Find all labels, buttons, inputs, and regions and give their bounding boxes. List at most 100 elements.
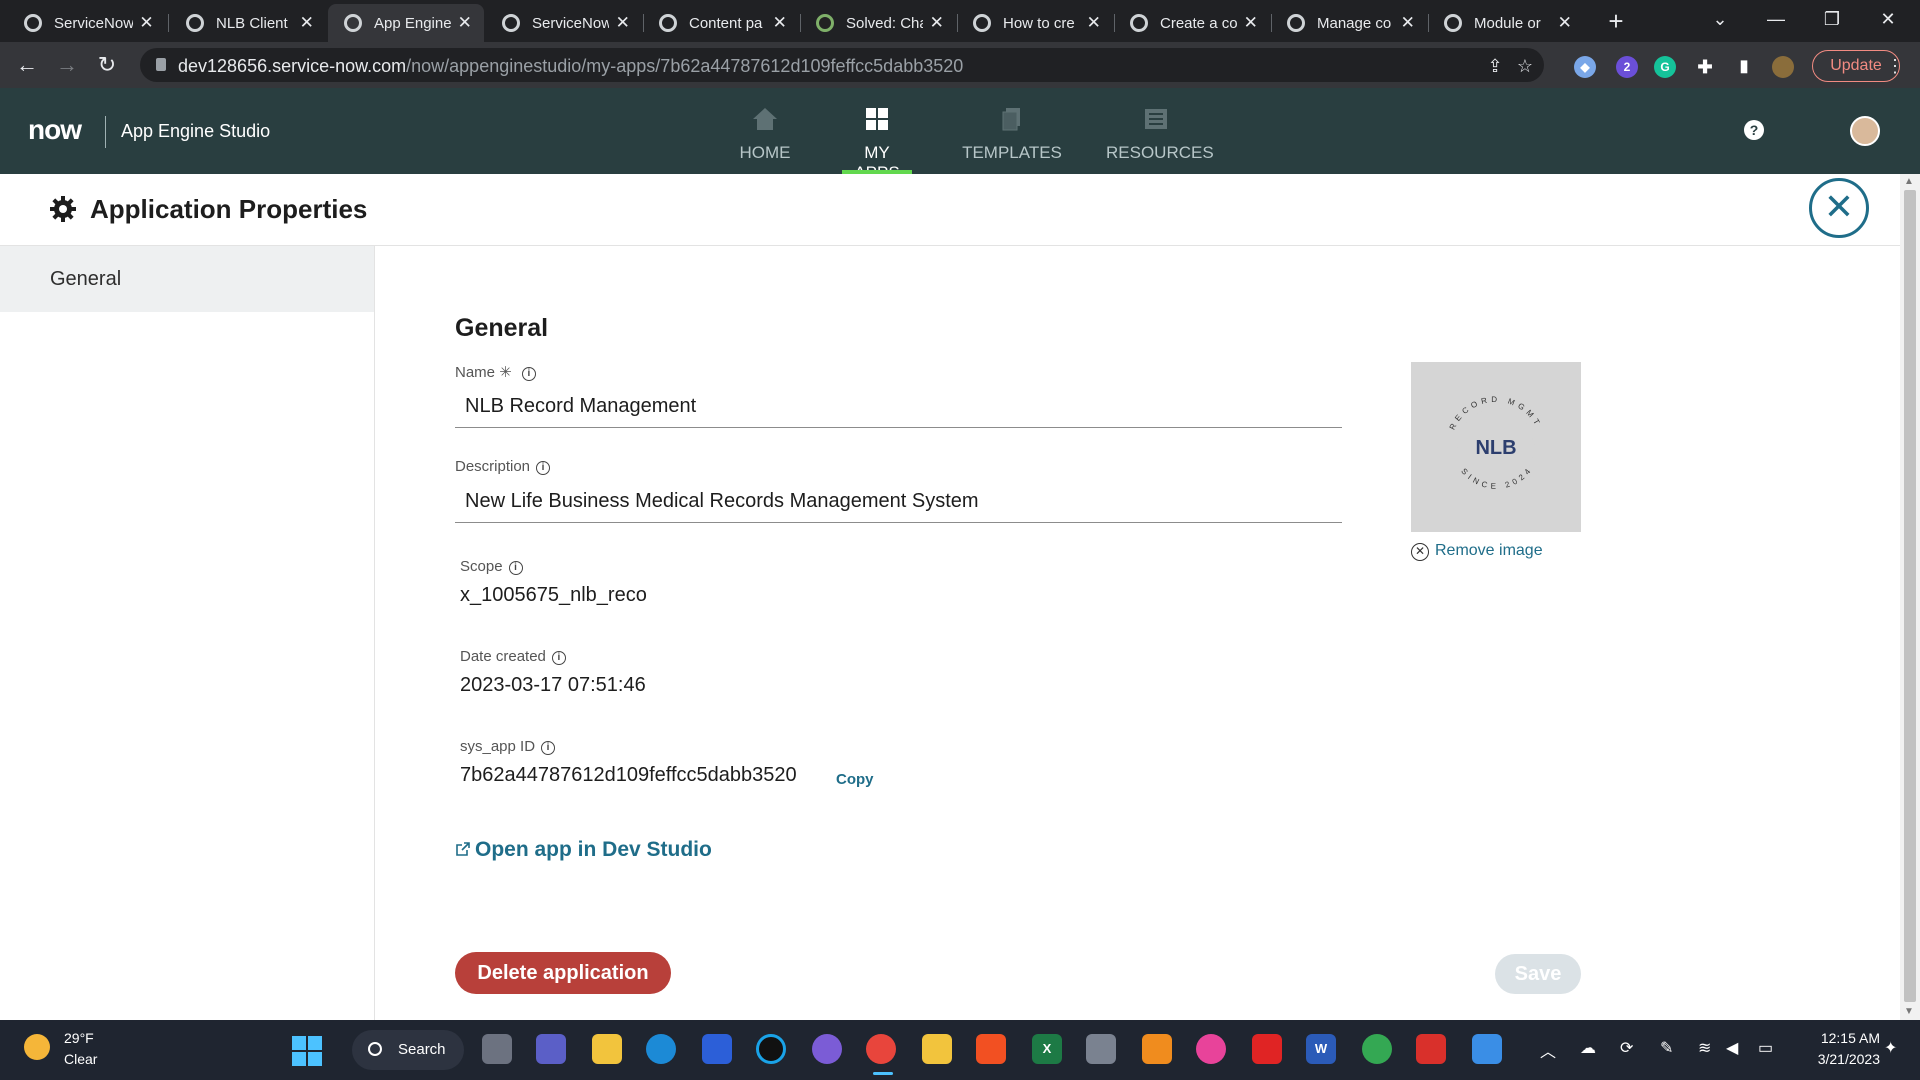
share-icon[interactable]: ⇪ (1484, 55, 1506, 77)
taskbar-search[interactable]: Search (352, 1030, 464, 1070)
extensions-puzzle-icon[interactable]: ✚ (1694, 56, 1716, 78)
close-tab-icon[interactable]: ✕ (455, 13, 474, 33)
browser-tab[interactable]: Module or ✕ (1428, 4, 1584, 42)
extension-icon[interactable]: ◆ (1574, 56, 1596, 78)
delete-application-button[interactable]: Delete application (455, 952, 671, 994)
scroll-down-icon[interactable]: ▼ (1904, 1006, 1914, 1017)
nav-templates[interactable]: TEMPLATES (962, 88, 1062, 174)
onedrive-icon[interactable]: ☁ (1580, 1038, 1596, 1058)
info-icon[interactable]: i (541, 741, 556, 755)
app-icon[interactable] (1252, 1034, 1282, 1064)
nav-my-apps[interactable]: MY APPS (842, 88, 912, 182)
power-bi-icon[interactable] (922, 1034, 952, 1064)
user-avatar[interactable] (1850, 116, 1880, 146)
sidenav-item-general[interactable]: General (0, 246, 374, 312)
grid-icon (866, 108, 888, 130)
app-icon[interactable] (702, 1034, 732, 1064)
save-button[interactable]: Save (1495, 954, 1581, 994)
task-view-icon[interactable] (482, 1034, 512, 1064)
forward-arrow-icon[interactable]: → (52, 50, 82, 80)
window-close-icon[interactable]: ✕ (1860, 0, 1916, 40)
teams-chat-icon[interactable] (536, 1034, 566, 1064)
excel-icon[interactable]: X (1032, 1034, 1062, 1064)
app-icon[interactable] (1472, 1034, 1502, 1064)
camera-icon[interactable] (1086, 1034, 1116, 1064)
restore-icon[interactable]: ❐ (1804, 0, 1860, 40)
sys-app-id-value: 7b62a44787612d109feffcc5dabb3520 (460, 764, 797, 786)
battery-icon[interactable]: ▭ (1758, 1038, 1773, 1058)
remove-image-button[interactable]: ✕ Remove image (1411, 542, 1543, 561)
app-logo-image[interactable]: RECORD MGMT NLB SINCE 2024 (1411, 362, 1581, 532)
word-icon[interactable]: W (1306, 1034, 1336, 1064)
acrobat-icon[interactable] (1416, 1034, 1446, 1064)
start-windows-icon[interactable] (292, 1036, 322, 1066)
close-tab-icon[interactable]: ✕ (137, 13, 156, 33)
browser-tab[interactable]: NLB Client ✕ (170, 4, 326, 42)
info-icon[interactable]: i (521, 367, 536, 381)
reload-icon[interactable]: ↻ (92, 50, 122, 80)
chrome-profile-icon[interactable] (1362, 1034, 1392, 1064)
open-in-dev-studio-link[interactable]: Open app in Dev Studio (455, 838, 712, 862)
close-tab-icon[interactable]: ✕ (613, 13, 632, 33)
weather-desc[interactable]: Clear (64, 1051, 97, 1067)
close-tab-icon[interactable]: ✕ (770, 13, 789, 33)
tray-chevron-icon[interactable]: ︿ (1540, 1038, 1556, 1062)
browser-tab[interactable]: How to cre ✕ (957, 4, 1113, 42)
minimize-icon[interactable]: — (1748, 0, 1804, 40)
close-tab-icon[interactable]: ✕ (1398, 13, 1417, 33)
profile-avatar-icon[interactable] (1772, 56, 1794, 78)
back-arrow-icon[interactable]: ← (12, 50, 42, 80)
url-text[interactable]: dev128656.service-now.com/now/appengines… (178, 56, 963, 77)
app-icon[interactable] (1142, 1034, 1172, 1064)
tab-search-chevron-icon[interactable]: ⌄ (1692, 0, 1748, 40)
browser-tab-active[interactable]: App Engine ✕ (328, 4, 484, 42)
microsoft-store-icon[interactable] (976, 1034, 1006, 1064)
browser-tab[interactable]: Solved: Cha ✕ (800, 4, 956, 42)
browser-tab[interactable]: ServiceNow ✕ (486, 4, 642, 42)
address-bar[interactable]: dev128656.service-now.com/now/appengines… (140, 48, 1544, 82)
copy-id-button[interactable]: Copy (836, 771, 874, 788)
chrome-icon[interactable] (866, 1034, 896, 1064)
alexa-icon[interactable] (756, 1034, 786, 1064)
help-icon[interactable]: ? (1744, 120, 1764, 140)
name-field[interactable] (455, 386, 1342, 428)
clock-date[interactable]: 3/21/2023 (1800, 1051, 1880, 1067)
side-panel-icon[interactable]: ▮ (1733, 56, 1755, 78)
pen-icon[interactable]: ✎ (1660, 1038, 1673, 1058)
browser-tab[interactable]: Content pa ✕ (643, 4, 799, 42)
new-tab-plus-icon[interactable]: + (1598, 4, 1634, 40)
app-icon[interactable] (812, 1034, 842, 1064)
browser-tab[interactable]: Create a co ✕ (1114, 4, 1270, 42)
clock-time[interactable]: 12:15 AM (1806, 1030, 1880, 1046)
app-icon[interactable] (1196, 1034, 1226, 1064)
browser-tab[interactable]: ServiceNow ✕ (8, 4, 166, 42)
weather-temp[interactable]: 29°F (64, 1030, 94, 1046)
close-tab-icon[interactable]: ✕ (297, 13, 316, 33)
description-field[interactable] (455, 481, 1342, 523)
nav-home[interactable]: HOME (730, 88, 800, 174)
close-panel-button[interactable]: ✕ (1809, 178, 1869, 238)
close-tab-icon[interactable]: ✕ (1084, 13, 1103, 33)
weather-moon-icon[interactable] (24, 1034, 50, 1060)
info-icon[interactable]: i (551, 651, 566, 665)
close-tab-icon[interactable]: ✕ (1241, 13, 1260, 33)
wifi-icon[interactable]: ≋ (1698, 1038, 1711, 1058)
sync-icon[interactable]: ⟳ (1620, 1038, 1633, 1058)
scroll-thumb[interactable] (1904, 190, 1916, 1002)
extension-badge-icon[interactable]: 2 (1616, 56, 1638, 78)
nav-resources[interactable]: RESOURCES (1106, 88, 1214, 174)
notification-icon[interactable]: ✦ (1884, 1038, 1897, 1058)
edge-icon[interactable] (646, 1034, 676, 1064)
browser-menu-icon[interactable]: ⋮ (1886, 56, 1904, 77)
info-icon[interactable]: i (508, 561, 523, 575)
bookmark-star-icon[interactable]: ☆ (1514, 55, 1536, 77)
close-tab-icon[interactable]: ✕ (927, 13, 946, 33)
file-explorer-icon[interactable] (592, 1034, 622, 1064)
close-tab-icon[interactable]: ✕ (1555, 13, 1574, 33)
volume-icon[interactable]: ◀ (1726, 1038, 1738, 1058)
grammarly-icon[interactable]: G (1654, 56, 1676, 78)
info-icon[interactable]: i (536, 461, 551, 475)
page-scrollbar[interactable]: ▲ ▼ (1900, 174, 1920, 1020)
browser-tab[interactable]: Manage co ✕ (1271, 4, 1427, 42)
scroll-up-icon[interactable]: ▲ (1904, 176, 1914, 187)
